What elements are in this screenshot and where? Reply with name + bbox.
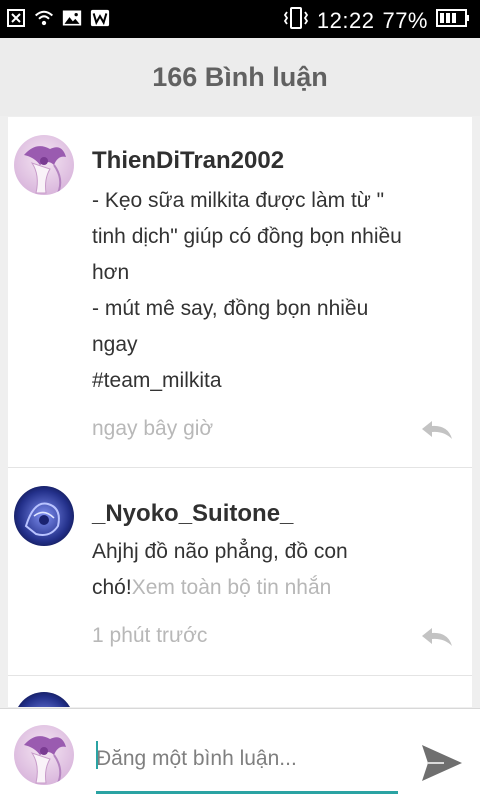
comment-input-wrapper[interactable] — [96, 731, 398, 794]
comment-line: ngay — [92, 333, 138, 356]
comment-line: - Kẹo sữa milkita được làm từ " — [92, 189, 385, 212]
avatar[interactable] — [14, 486, 74, 546]
comment-line-with-link: chó!Xem toàn bộ tin nhắn — [92, 570, 462, 606]
comment-line: hơn — [92, 261, 130, 284]
battery-percent: 77% — [382, 8, 428, 33]
comment-item[interactable]: ThienDiTran2002 - Kẹo sữa milkita được l… — [8, 117, 472, 468]
comment-item[interactable] — [8, 676, 472, 707]
comment-text: Ahjhj đồ não phẳng, đồ con chó!Xem toàn … — [92, 534, 462, 606]
send-button[interactable] — [420, 743, 464, 783]
avatar[interactable] — [14, 692, 74, 707]
close-box-icon — [6, 8, 26, 28]
comment-timestamp: 1 phút trước — [92, 624, 208, 647]
comment-input[interactable] — [96, 731, 398, 781]
page-header: 166 Bình luận — [0, 38, 480, 116]
comment-line: tinh dịch" giúp có đồng bọn nhiều — [92, 225, 402, 248]
comment-line: - mút mê say, đồng bọn nhiều — [92, 297, 369, 320]
image-icon — [62, 8, 82, 28]
comment-line: #team_milkita — [92, 369, 222, 392]
w-app-icon — [90, 8, 110, 28]
comment-composer — [0, 708, 480, 801]
vibrate-icon — [283, 6, 309, 36]
comment-item[interactable]: _Nyoko_Suitone_ Ahjhj đồ não phẳng, đồ c… — [8, 468, 472, 676]
comment-timestamp: ngay bây giờ — [92, 417, 214, 440]
comment-line: Ahjhj đồ não phẳng, đồ con — [92, 540, 348, 563]
see-full-message-link[interactable]: Xem toàn bộ tin nhắn — [132, 576, 332, 599]
reply-icon[interactable] — [420, 419, 454, 441]
reply-icon[interactable] — [420, 626, 454, 648]
status-bar: 12:22 77% — [0, 0, 480, 38]
page-title: 166 Bình luận — [152, 61, 328, 92]
comment-list[interactable]: ThienDiTran2002 - Kẹo sữa milkita được l… — [8, 117, 472, 707]
send-icon — [422, 745, 462, 781]
comment-username[interactable]: ThienDiTran2002 — [92, 147, 284, 175]
clock: 12:22 — [316, 8, 375, 33]
comment-text: - Kẹo sữa milkita được làm từ " tinh dịc… — [92, 183, 462, 399]
comment-username[interactable]: _Nyoko_Suitone_ — [92, 500, 293, 528]
wifi-icon — [34, 8, 54, 28]
comment-text-fragment: chó! — [92, 576, 132, 599]
avatar[interactable] — [14, 725, 74, 785]
text-caret — [96, 741, 98, 769]
avatar[interactable] — [14, 135, 74, 195]
battery-icon — [436, 8, 470, 34]
